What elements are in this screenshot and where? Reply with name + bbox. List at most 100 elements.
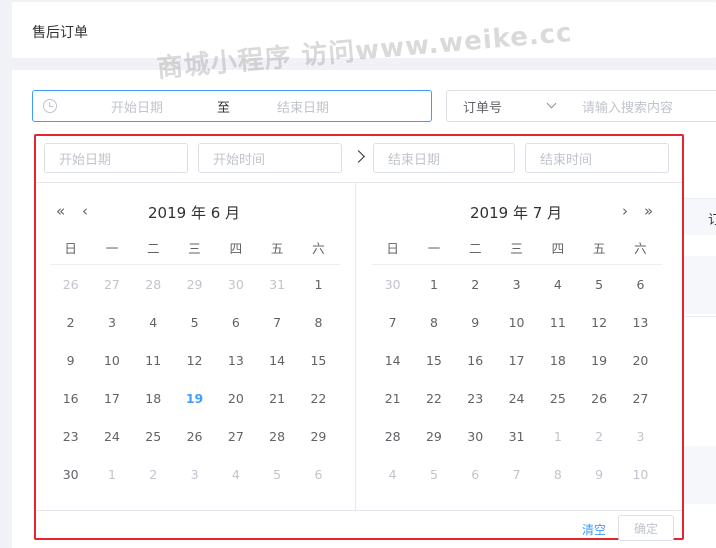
day-cell[interactable]: 1: [413, 266, 454, 304]
day-cell[interactable]: 14: [256, 342, 297, 380]
day-cell[interactable]: 3: [91, 304, 132, 342]
day-cell[interactable]: 7: [372, 304, 413, 342]
day-cell[interactable]: 1: [298, 266, 339, 304]
date-range-input[interactable]: 开始日期 至 结束日期: [32, 90, 432, 122]
day-cell[interactable]: 2: [50, 304, 91, 342]
start-date-input[interactable]: 开始日期: [44, 143, 188, 173]
day-cell[interactable]: 1: [91, 456, 132, 494]
day-cell[interactable]: 2: [455, 266, 496, 304]
day-cell[interactable]: 18: [537, 342, 578, 380]
prev-month-icon[interactable]: ‹: [82, 202, 88, 220]
next-month-icon[interactable]: ›: [622, 202, 628, 220]
day-cell[interactable]: 6: [215, 304, 256, 342]
search-type-select[interactable]: 订单号: [446, 90, 568, 122]
day-cell[interactable]: 7: [256, 304, 297, 342]
clear-button[interactable]: 清空: [582, 521, 606, 538]
day-cell[interactable]: 16: [455, 342, 496, 380]
day-cell[interactable]: 27: [620, 380, 661, 418]
day-cell[interactable]: 6: [298, 456, 339, 494]
day-cell[interactable]: 29: [174, 266, 215, 304]
range-start-placeholder[interactable]: 开始日期: [111, 97, 163, 116]
day-cell[interactable]: 13: [620, 304, 661, 342]
day-cell[interactable]: 30: [215, 266, 256, 304]
start-time-input[interactable]: 开始时间: [198, 143, 342, 173]
day-cell[interactable]: 24: [496, 380, 537, 418]
day-cell[interactable]: 22: [298, 380, 339, 418]
day-cell[interactable]: 5: [578, 266, 619, 304]
day-cell[interactable]: 31: [496, 418, 537, 456]
day-cell[interactable]: 30: [50, 456, 91, 494]
day-cell[interactable]: 11: [537, 304, 578, 342]
day-cell[interactable]: 9: [50, 342, 91, 380]
day-cell-today[interactable]: 19: [174, 380, 215, 418]
end-time-input[interactable]: 结束时间: [525, 143, 669, 173]
day-cell[interactable]: 26: [50, 266, 91, 304]
day-cell[interactable]: 5: [256, 456, 297, 494]
day-cell[interactable]: 8: [537, 456, 578, 494]
day-cell[interactable]: 6: [455, 456, 496, 494]
day-cell[interactable]: 3: [620, 418, 661, 456]
day-cell[interactable]: 17: [91, 380, 132, 418]
day-cell[interactable]: 4: [372, 456, 413, 494]
day-cell[interactable]: 15: [298, 342, 339, 380]
day-cell[interactable]: 12: [174, 342, 215, 380]
day-cell[interactable]: 23: [50, 418, 91, 456]
day-cell[interactable]: 28: [133, 266, 174, 304]
day-cell[interactable]: 3: [496, 266, 537, 304]
day-cell[interactable]: 10: [620, 456, 661, 494]
day-cell[interactable]: 27: [91, 266, 132, 304]
day-cell[interactable]: 24: [91, 418, 132, 456]
day-cell[interactable]: 3: [174, 456, 215, 494]
search-input[interactable]: 请输入搜索内容: [566, 90, 716, 122]
day-cell[interactable]: 10: [496, 304, 537, 342]
day-cell[interactable]: 18: [133, 380, 174, 418]
day-cell[interactable]: 28: [256, 418, 297, 456]
day-cell[interactable]: 16: [50, 380, 91, 418]
day-cell[interactable]: 26: [174, 418, 215, 456]
day-cell[interactable]: 9: [578, 456, 619, 494]
day-cell[interactable]: 28: [372, 418, 413, 456]
day-cell[interactable]: 13: [215, 342, 256, 380]
day-cell[interactable]: 25: [537, 380, 578, 418]
day-cell[interactable]: 8: [298, 304, 339, 342]
day-cell[interactable]: 22: [413, 380, 454, 418]
day-cell[interactable]: 31: [256, 266, 297, 304]
day-cell[interactable]: 6: [620, 266, 661, 304]
day-cell[interactable]: 29: [413, 418, 454, 456]
next-year-icon[interactable]: »: [644, 202, 653, 220]
prev-year-icon[interactable]: «: [56, 202, 65, 220]
day-cell[interactable]: 4: [537, 266, 578, 304]
day-cell[interactable]: 25: [133, 418, 174, 456]
day-cell[interactable]: 2: [578, 418, 619, 456]
day-cell[interactable]: 4: [215, 456, 256, 494]
day-cell[interactable]: 27: [215, 418, 256, 456]
day-cell[interactable]: 21: [256, 380, 297, 418]
confirm-button[interactable]: 确定: [618, 515, 674, 541]
day-cell[interactable]: 30: [455, 418, 496, 456]
day-cell[interactable]: 17: [496, 342, 537, 380]
day-cell[interactable]: 1: [537, 418, 578, 456]
day-cell[interactable]: 21: [372, 380, 413, 418]
end-date-input[interactable]: 结束日期: [373, 143, 515, 173]
day-cell[interactable]: 23: [455, 380, 496, 418]
day-cell[interactable]: 20: [620, 342, 661, 380]
day-cell[interactable]: 19: [578, 342, 619, 380]
day-cell[interactable]: 4: [133, 304, 174, 342]
search-type-value: 订单号: [463, 100, 503, 116]
day-cell[interactable]: 5: [174, 304, 215, 342]
day-cell[interactable]: 10: [91, 342, 132, 380]
day-cell[interactable]: 12: [578, 304, 619, 342]
day-cell[interactable]: 5: [413, 456, 454, 494]
day-cell[interactable]: 8: [413, 304, 454, 342]
day-cell[interactable]: 7: [496, 456, 537, 494]
day-cell[interactable]: 26: [578, 380, 619, 418]
day-cell[interactable]: 30: [372, 266, 413, 304]
range-end-placeholder[interactable]: 结束日期: [277, 97, 329, 116]
day-cell[interactable]: 29: [298, 418, 339, 456]
day-cell[interactable]: 9: [455, 304, 496, 342]
day-cell[interactable]: 14: [372, 342, 413, 380]
day-cell[interactable]: 20: [215, 380, 256, 418]
day-cell[interactable]: 2: [133, 456, 174, 494]
day-cell[interactable]: 15: [413, 342, 454, 380]
day-cell[interactable]: 11: [133, 342, 174, 380]
